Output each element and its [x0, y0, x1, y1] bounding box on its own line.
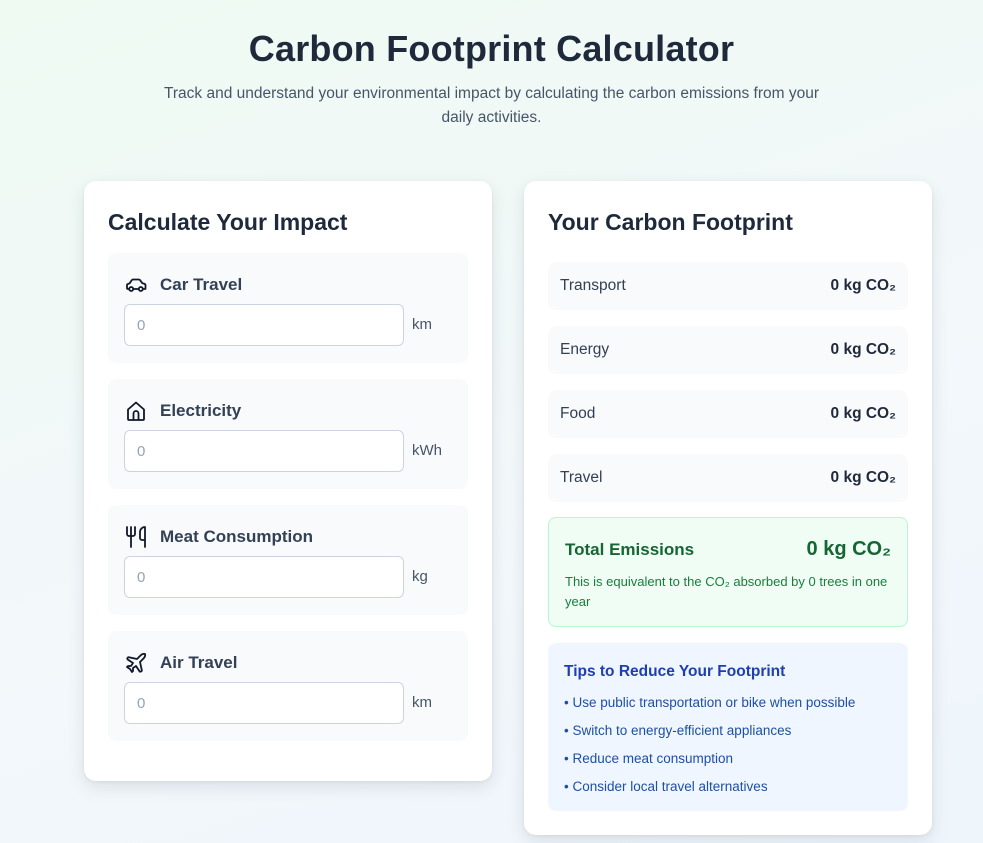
result-label: Transport	[560, 277, 626, 294]
calculator-card: Calculate Your Impact Car Travel km	[84, 181, 492, 781]
car-icon	[124, 273, 148, 297]
electricity-label: Electricity	[160, 401, 242, 420]
car-travel-unit: km	[412, 316, 432, 333]
utensils-icon	[124, 525, 148, 549]
tip-item: • Reduce meat consumption	[564, 751, 734, 766]
page-title: Carbon Footprint Calculator	[248, 28, 735, 69]
result-label: Energy	[560, 341, 610, 358]
total-emissions-label: Total Emissions	[565, 540, 695, 559]
result-value: 0 kg CO₂	[830, 277, 896, 294]
car-travel-group: Car Travel km	[108, 253, 468, 363]
page-header: Carbon Footprint Calculator Track and un…	[0, 28, 983, 130]
meat-consumption-unit: kg	[412, 568, 428, 585]
result-row-food: Food 0 kg CO₂	[548, 390, 908, 438]
electricity-group: Electricity kWh	[108, 379, 468, 489]
tip-item: • Switch to energy-efficient appliances	[564, 723, 792, 738]
air-travel-group: Air Travel km	[108, 631, 468, 741]
electricity-input[interactable]	[124, 430, 404, 472]
result-row-travel: Travel 0 kg CO₂	[548, 454, 908, 502]
electricity-label-row: Electricity	[124, 399, 241, 423]
air-travel-input[interactable]	[124, 682, 404, 724]
air-travel-unit: km	[412, 694, 432, 711]
trees-equivalent-note: This is equivalent to the CO₂ absorbed b…	[565, 574, 888, 609]
tips-title: Tips to Reduce Your Footprint	[564, 663, 786, 680]
air-travel-label: Air Travel	[160, 653, 238, 672]
home-icon	[124, 399, 148, 423]
car-travel-label: Car Travel	[160, 275, 243, 294]
meat-consumption-input[interactable]	[124, 556, 404, 598]
tips-box: Tips to Reduce Your Footprint • Use publ…	[548, 643, 908, 811]
result-label: Food	[560, 405, 596, 422]
meat-consumption-label-row: Meat Consumption	[124, 525, 313, 549]
air-travel-label-row: Air Travel	[124, 651, 238, 675]
results-title: Your Carbon Footprint	[548, 209, 793, 235]
tip-item: • Consider local travel alternatives	[564, 779, 768, 794]
results-card: Your Carbon Footprint Transport 0 kg CO₂…	[524, 181, 932, 835]
result-row-energy: Energy 0 kg CO₂	[548, 326, 908, 374]
electricity-unit: kWh	[412, 442, 442, 459]
meat-consumption-label: Meat Consumption	[160, 527, 313, 546]
car-travel-label-row: Car Travel	[124, 273, 242, 297]
tips-list: • Use public transportation or bike when…	[564, 693, 855, 805]
calculator-title: Calculate Your Impact	[108, 209, 348, 235]
result-value: 0 kg CO₂	[830, 341, 896, 358]
result-row-transport: Transport 0 kg CO₂	[548, 262, 908, 310]
car-travel-input[interactable]	[124, 304, 404, 346]
total-emissions-value: 0 kg CO₂	[806, 538, 891, 560]
result-value: 0 kg CO₂	[830, 405, 896, 422]
total-emissions-box: Total Emissions 0 kg CO₂ This is equival…	[548, 517, 908, 627]
plane-icon	[124, 651, 148, 675]
tip-item: • Use public transportation or bike when…	[564, 695, 856, 710]
result-label: Travel	[560, 469, 603, 486]
page-subtitle: Track and understand your environmental …	[163, 85, 820, 126]
result-value: 0 kg CO₂	[830, 469, 896, 486]
meat-consumption-group: Meat Consumption kg	[108, 505, 468, 615]
